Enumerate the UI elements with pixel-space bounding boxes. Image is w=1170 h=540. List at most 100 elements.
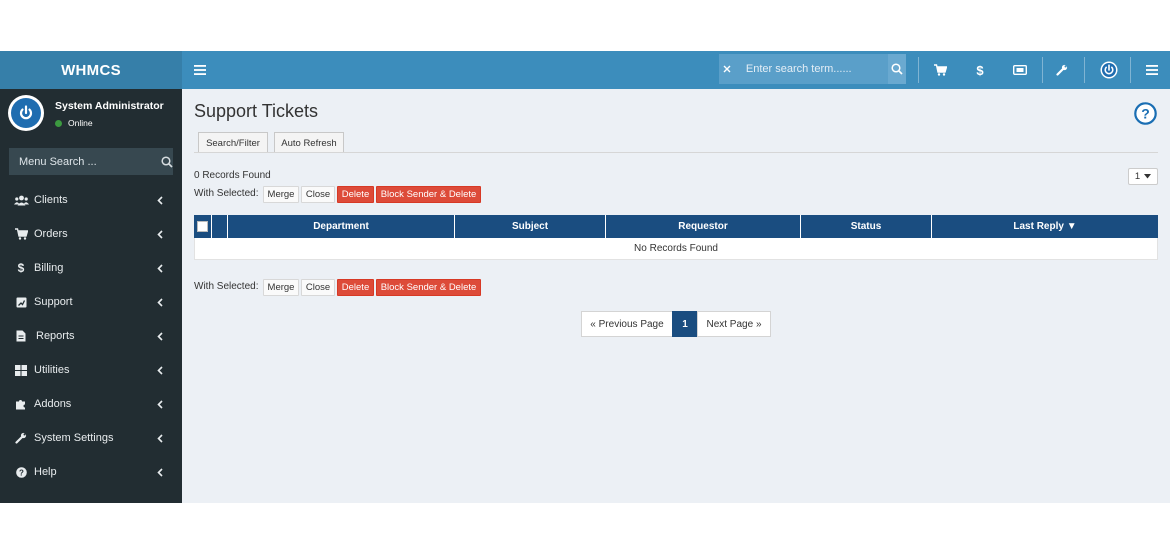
user-status: Online — [55, 118, 93, 128]
navbar-divider — [1130, 57, 1131, 83]
page-selector[interactable]: 1 — [1128, 168, 1158, 185]
ticket-icon — [1013, 65, 1027, 75]
previous-page-button[interactable]: « Previous Page — [581, 311, 673, 337]
sidebar-item-label: Addons — [34, 398, 72, 410]
sidebar-toggle-button[interactable] — [188, 51, 212, 89]
search-clear-button[interactable] — [719, 54, 736, 84]
search-icon — [161, 155, 173, 168]
brand-logo[interactable]: WHMCS — [0, 51, 182, 89]
caret-down-icon — [1144, 174, 1152, 179]
chevron-left-icon — [153, 263, 167, 273]
cart-icon — [933, 64, 947, 76]
flag-column-header — [211, 215, 227, 238]
next-page-button[interactable]: Next Page » — [697, 311, 771, 337]
page-selector-value: 1 — [1134, 171, 1141, 182]
sidebar-item-label: Billing — [34, 262, 64, 274]
tab-divider — [194, 152, 1158, 153]
tab-auto-refresh[interactable]: Auto Refresh — [274, 132, 344, 153]
global-search — [719, 54, 906, 84]
chevron-left-icon — [153, 399, 167, 409]
avatar — [8, 95, 44, 131]
column-last-reply[interactable]: Last Reply ▼ — [931, 215, 1158, 238]
delete-button[interactable]: Delete — [337, 186, 374, 203]
sidebar-item-label: Reports — [36, 330, 75, 342]
records-count: 0 Records Found — [194, 170, 271, 181]
power-icon — [1100, 61, 1118, 79]
column-status[interactable]: Status — [800, 215, 931, 238]
menu-search — [9, 148, 173, 175]
sidebar-item-support[interactable]: Support — [0, 285, 182, 319]
close-button[interactable]: Close — [301, 279, 335, 296]
question-icon: ? — [13, 465, 29, 479]
block-sender-delete-button[interactable]: Block Sender & Delete — [376, 279, 481, 296]
search-submit-button[interactable] — [887, 54, 906, 84]
sidebar-item-reports[interactable]: Reports — [0, 319, 182, 353]
users-icon — [13, 193, 29, 207]
empty-table-message: No Records Found — [194, 238, 1158, 260]
menu-icon — [194, 65, 206, 75]
sidebar-item-label: System Settings — [34, 432, 114, 444]
sidebar-item-orders[interactable]: Orders — [0, 217, 182, 251]
help-icon[interactable]: ? — [1134, 102, 1157, 125]
column-requestor[interactable]: Requestor — [605, 215, 800, 238]
sidebar-item-billing[interactable]: $ Billing — [0, 251, 182, 285]
delete-button[interactable]: Delete — [337, 279, 374, 296]
close-button[interactable]: Close — [301, 186, 335, 203]
menu-icon — [1146, 65, 1158, 75]
svg-text:?: ? — [19, 468, 24, 477]
search-input[interactable] — [735, 54, 888, 84]
cart-icon — [13, 227, 29, 241]
user-panel: System Administrator Online — [0, 89, 182, 141]
app-window: WHMCS $ — [0, 51, 1170, 503]
chevron-left-icon — [153, 433, 167, 443]
sidebar-item-clients[interactable]: Clients — [0, 183, 182, 217]
tickets-shortcut-button[interactable] — [1008, 51, 1032, 89]
sidebar-item-addons[interactable]: Addons — [0, 387, 182, 421]
navbar-divider — [1084, 57, 1085, 83]
chevron-left-icon — [153, 195, 167, 205]
sidebar-item-label: Utilities — [34, 364, 70, 376]
tab-search-filter[interactable]: Search/Filter — [198, 132, 268, 153]
chevron-left-icon — [153, 331, 167, 341]
table-header: Department Subject Requestor Status Last… — [194, 215, 1158, 238]
support-icon — [13, 295, 29, 309]
utilities-shortcut-button[interactable] — [1050, 51, 1074, 89]
menu-search-input[interactable] — [9, 148, 161, 175]
power-icon — [19, 105, 33, 120]
grid-icon — [13, 363, 29, 377]
chevron-left-icon — [153, 229, 167, 239]
sidebar-item-label: Orders — [34, 228, 68, 240]
chevron-left-icon — [153, 297, 167, 307]
current-page-button[interactable]: 1 — [672, 311, 698, 337]
user-status-label: Online — [68, 118, 93, 128]
search-icon — [891, 63, 903, 75]
document-icon — [13, 329, 29, 343]
select-all-checkbox[interactable] — [197, 221, 208, 232]
merge-button[interactable]: Merge — [263, 186, 299, 203]
billing-shortcut-button[interactable]: $ — [968, 51, 992, 89]
menu-search-button[interactable] — [161, 148, 173, 175]
dollar-icon: $ — [17, 261, 25, 275]
block-sender-delete-button[interactable]: Block Sender & Delete — [376, 186, 481, 203]
column-subject[interactable]: Subject — [454, 215, 605, 238]
orders-shortcut-button[interactable] — [928, 51, 952, 89]
sidebar: System Administrator Online Clients Orde… — [0, 89, 182, 503]
wrench-icon — [1056, 64, 1068, 76]
sidebar-item-utilities[interactable]: Utilities — [0, 353, 182, 387]
account-menu-button[interactable] — [1096, 51, 1122, 89]
navbar-divider — [1042, 57, 1043, 83]
column-department[interactable]: Department — [227, 215, 454, 238]
avatar-inner — [11, 98, 41, 128]
sidebar-item-help[interactable]: ? Help — [0, 455, 182, 489]
tickets-table: Department Subject Requestor Status Last… — [194, 215, 1158, 260]
page-title: Support Tickets — [194, 101, 319, 121]
control-sidebar-toggle[interactable] — [1140, 51, 1164, 89]
with-selected-label: With Selected: — [194, 188, 259, 199]
chevron-left-icon — [153, 365, 167, 375]
merge-button[interactable]: Merge — [263, 279, 299, 296]
user-name: System Administrator — [55, 100, 164, 112]
sidebar-item-label: Help — [34, 466, 57, 478]
top-navbar: WHMCS $ — [0, 51, 1170, 89]
sidebar-item-system-settings[interactable]: System Settings — [0, 421, 182, 455]
sidebar-item-label: Support — [34, 296, 73, 308]
